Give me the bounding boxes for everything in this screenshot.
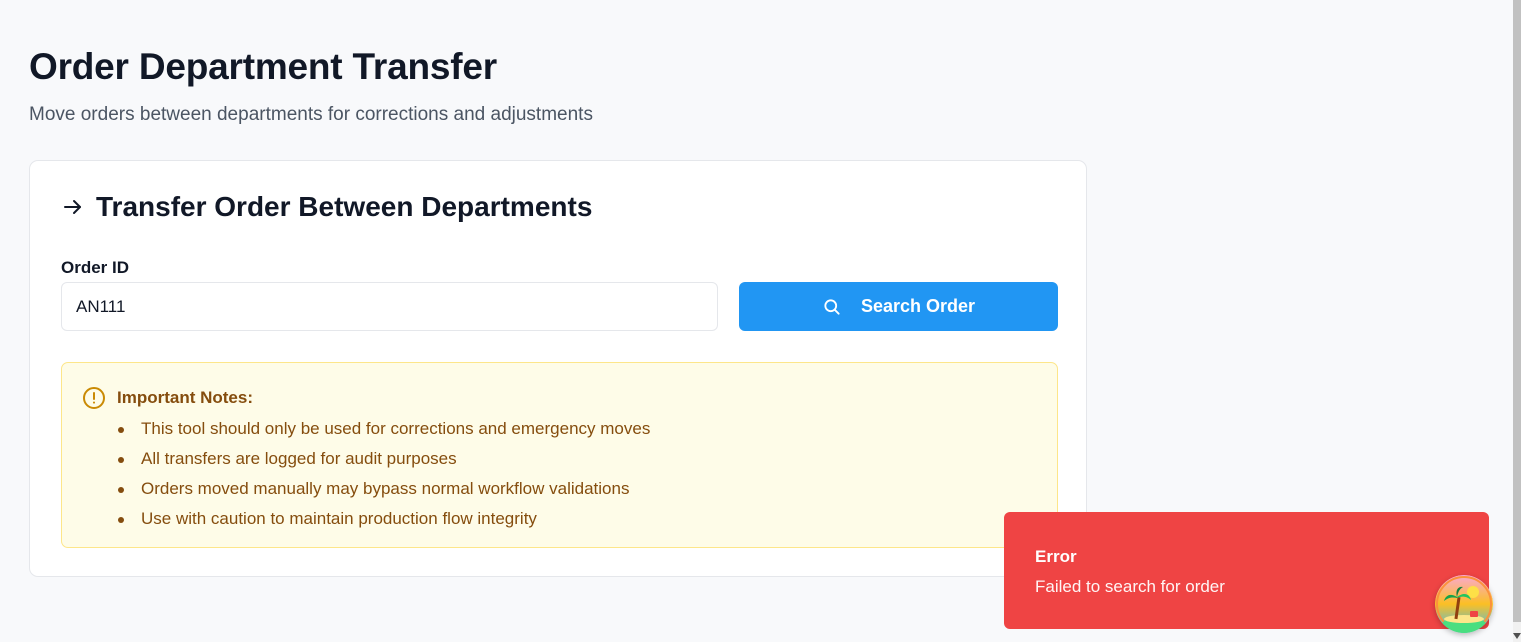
order-id-label: Order ID — [61, 258, 130, 277]
list-item: All transfers are logged for audit purpo… — [116, 444, 650, 474]
card-header: Transfer Order Between Departments — [61, 191, 592, 223]
error-toast[interactable]: Error Failed to search for order — [1004, 512, 1489, 629]
list-item: Orders moved manually may bypass normal … — [116, 474, 650, 504]
page-subtitle: Move orders between departments for corr… — [29, 104, 593, 125]
alert-circle-icon — [82, 386, 106, 410]
toast-title: Error — [1035, 547, 1077, 566]
notes-list: This tool should only be used for correc… — [116, 414, 650, 534]
scrollbar-thumb[interactable] — [1513, 0, 1521, 622]
page-title: Order Department Transfer — [29, 46, 497, 87]
order-id-input[interactable] — [61, 282, 718, 331]
search-order-label: Search Order — [860, 296, 976, 316]
assistant-avatar-icon[interactable] — [1435, 575, 1493, 633]
arrow-right-icon — [61, 195, 85, 219]
toast-message: Failed to search for order — [1035, 577, 1225, 596]
page: Order Department Transfer Move orders be… — [0, 0, 1521, 642]
list-item: Use with caution to maintain production … — [116, 504, 650, 534]
notes-header: Important Notes: — [82, 386, 253, 410]
search-order-button[interactable]: Search Order — [739, 282, 1058, 331]
transfer-card: Transfer Order Between Departments Order… — [29, 160, 1087, 577]
search-icon — [822, 297, 842, 317]
important-notes-box: Important Notes: This tool should only b… — [61, 362, 1058, 548]
list-item: This tool should only be used for correc… — [116, 414, 650, 444]
scroll-down-arrow-icon[interactable] — [1513, 628, 1521, 639]
notes-title: Important Notes: — [117, 388, 253, 407]
card-title: Transfer Order Between Departments — [96, 191, 593, 222]
